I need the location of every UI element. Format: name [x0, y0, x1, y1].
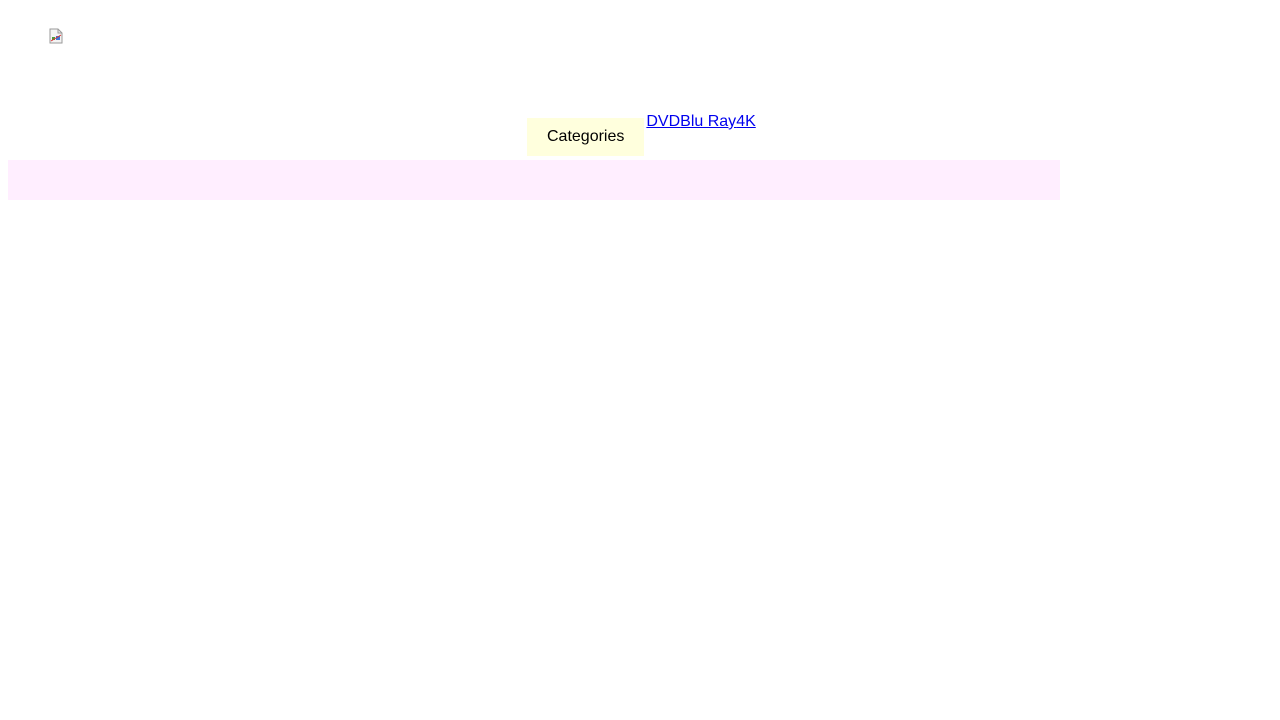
- dvd-link[interactable]: DVD: [646, 112, 680, 132]
- broken-image-icon: [48, 28, 64, 44]
- logo-placeholder-icon: [49, 28, 63, 44]
- category-nav: Categories DVD Blu Ray 4K: [527, 112, 756, 156]
- format-links: DVD Blu Ray 4K: [646, 112, 755, 132]
- 4k-link[interactable]: 4K: [736, 112, 756, 132]
- content-bar: [8, 160, 1060, 200]
- categories-dropdown-button[interactable]: Categories: [527, 118, 645, 156]
- blu-ray-link[interactable]: Blu Ray: [680, 112, 736, 132]
- page: Categories DVD Blu Ray 4K: [0, 0, 1280, 720]
